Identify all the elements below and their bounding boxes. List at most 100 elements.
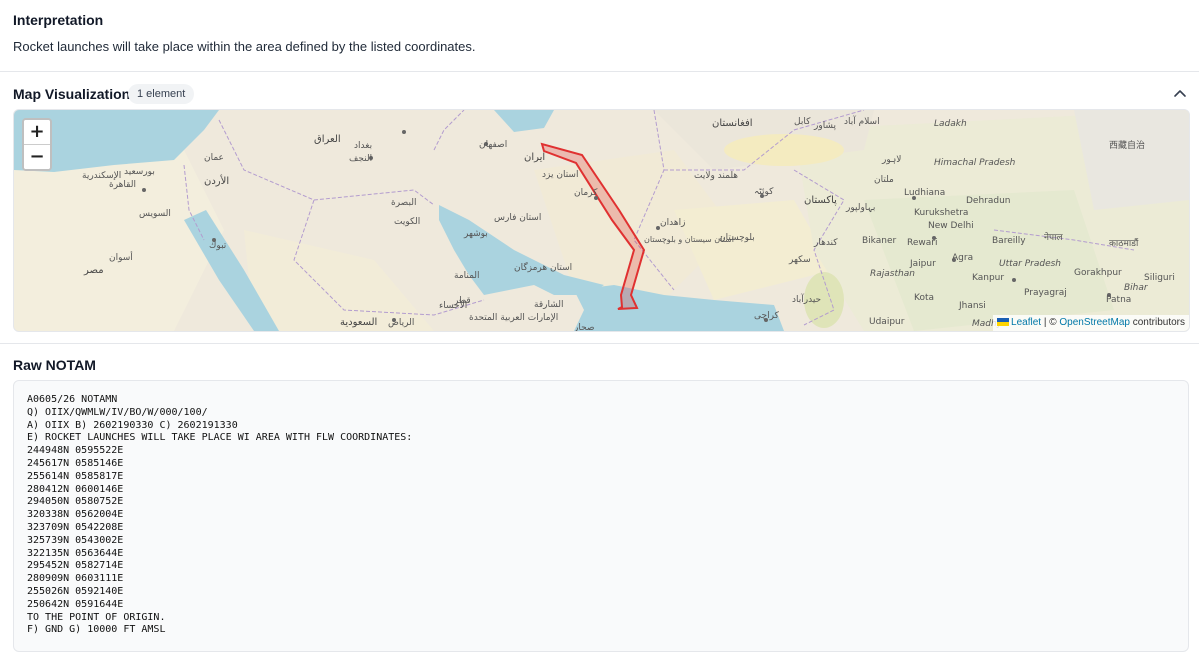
map-label-port-said: بورسعيد — [124, 167, 155, 177]
notam-line: 245617N 0585146E — [27, 457, 124, 469]
map-label-ludhiana: Ludhiana — [904, 188, 945, 198]
notam-line: Q) OIIX/QWMLW/IV/BO/W/000/100/ — [27, 406, 208, 418]
notam-line: 255614N 0585817E — [27, 470, 124, 482]
notam-line: 294050N 0580752E — [27, 496, 124, 508]
map-label-udaipur: Udaipur — [869, 317, 905, 327]
map-label-kathmandu: काठमाडौं — [1109, 237, 1139, 249]
map-label-ahsa: الأحساء — [439, 299, 467, 311]
map-label-bikaner: Bikaner — [862, 236, 896, 246]
map-label-kabul: کابل — [794, 117, 811, 127]
notam-line: A0605/26 NOTAMN — [27, 394, 118, 405]
notam-line: 250642N 0591644E — [27, 598, 124, 610]
map-label-basra: البصرة — [391, 198, 416, 208]
map-label-rajasthan: Rajasthan — [870, 269, 915, 279]
map-labels: ایران افغانستان پاکستان العراق الكويت ال… — [82, 115, 1175, 331]
map-label-pakistan: پاکستان — [804, 195, 837, 206]
map-label-ladakh: Ladakh — [934, 119, 967, 129]
notam-line: 244948N 0595522E — [27, 445, 124, 457]
map-label-fars: استان فارس — [494, 213, 541, 223]
notam-line: 325739N 0543002E — [27, 534, 124, 546]
map-label-tibet: 西藏自治 — [1109, 139, 1145, 151]
map-label-peshawar: پشاور — [813, 121, 836, 131]
map-label-prayagraj: Prayagraj — [1024, 288, 1067, 298]
interpretation-text: Rocket launches will take place within t… — [13, 39, 476, 54]
chevron-up-icon[interactable] — [1171, 85, 1189, 103]
leaflet-link[interactable]: Leaflet — [1011, 317, 1041, 328]
openstreetmap-link[interactable]: OpenStreetMap — [1059, 317, 1130, 328]
map-label-riyadh: الرياض — [388, 318, 414, 328]
raw-notam-text: A0605/26 NOTAMN Q) OIIX/QWMLW/IV/BO/W/00… — [14, 381, 1188, 637]
notam-line: 295452N 0582714E — [27, 560, 124, 572]
map-label-iran: ایران — [524, 152, 545, 163]
map-label-nepal: नेपाल — [1044, 231, 1063, 243]
map-label-kerman: كرمان — [574, 188, 598, 198]
map-label-kuwait: الكويت — [394, 217, 420, 227]
divider — [0, 343, 1199, 344]
notam-line: A) OIIX B) 2602190330 C) 2602191330 — [27, 419, 238, 431]
map-label-dehradun: Dehradun — [966, 196, 1011, 206]
map-label-bihar: Bihar — [1124, 283, 1149, 293]
map-label-agra: Agra — [952, 253, 973, 263]
map-label-zahedan: زاهدان — [660, 218, 685, 228]
map-label-hyderabad: حیدرآباد — [792, 293, 821, 305]
map-label-kota: Kota — [914, 293, 934, 303]
map-label-jaipur: Jaipur — [909, 259, 936, 269]
map-label-najaf: النجف — [349, 154, 372, 164]
map-label-cairo: القاهرة — [109, 180, 136, 190]
map-section-heading: Map Visualization — [13, 86, 131, 102]
zoom-in-button[interactable]: + — [24, 120, 50, 144]
map-label-hormozgan: استان هرمزگان — [514, 261, 572, 273]
notam-line: 322135N 0563644E — [27, 547, 124, 559]
attribution-suffix: contributors — [1129, 317, 1185, 328]
map-label-sohar: صحار — [573, 323, 595, 331]
map-label-kandahar: کندھار — [813, 238, 838, 248]
map-label-gorakhpur: Gorakhpur — [1074, 268, 1122, 278]
map-label-new-delhi: New Delhi — [928, 221, 974, 231]
zoom-out-button[interactable]: − — [24, 144, 50, 169]
notam-line: 320338N 0562004E — [27, 509, 124, 521]
map-label-islamabad: اسلام آباد — [844, 115, 880, 127]
map-label-sukkur: سکھر — [788, 255, 811, 265]
map-label-quetta: کوئٹہ — [754, 187, 774, 197]
map-label-afghanistan: افغانستان — [712, 118, 753, 129]
map-label-kanpur: Kanpur — [972, 273, 1004, 283]
map-label-iraq: العراق — [314, 134, 341, 145]
map-label-manama: المنامة — [454, 271, 480, 281]
map-label-suez: السويس — [139, 209, 171, 219]
notam-line: F) GND G) 10000 FT AMSL — [27, 624, 166, 636]
map-label-amman: عمان — [204, 153, 224, 163]
map-label-helmand: هلمند ولایت — [694, 171, 738, 181]
map-view[interactable]: ایران افغانستان پاکستان العراق الكويت ال… — [13, 109, 1190, 332]
map-label-bushehr: بوشهر — [463, 229, 488, 239]
map-label-yazd: استان یزد — [542, 170, 578, 180]
divider — [0, 71, 1199, 72]
map-label-uttar-pradesh: Uttar Pradesh — [999, 259, 1061, 269]
map-label-aswan: أسوان — [109, 251, 133, 263]
map-label-bahawalpur: بہاولپور — [845, 203, 875, 213]
map-label-lahore: لاہور — [881, 155, 901, 165]
map-label-uae: الإمارات العربية المتحدة — [469, 313, 558, 323]
map-label-egypt: مصر — [83, 265, 104, 276]
map-label-tabuk: تبوك — [209, 241, 227, 251]
notam-line: 280412N 0600146E — [27, 483, 124, 495]
map-label-himachal: Himachal Pradesh — [934, 158, 1016, 168]
map-label-baghdad: بغداد — [354, 141, 372, 151]
map-label-alexandria: الإسكندرية — [82, 171, 121, 181]
notam-line: 280909N 0603111E — [27, 573, 124, 585]
raw-notam-heading: Raw NOTAM — [13, 357, 96, 373]
map-label-rewari: Rewari — [907, 238, 937, 248]
raw-notam-box: A0605/26 NOTAMN Q) OIIX/QWMLW/IV/BO/W/00… — [13, 380, 1189, 652]
map-label-sharjah: الشارقة — [534, 300, 564, 310]
map-label-isfahan: اصفهان — [479, 140, 507, 150]
map-label-jordan: الأردن — [204, 174, 229, 187]
map-attribution: Leaflet | © OpenStreetMap contributors — [993, 315, 1189, 331]
map-label-multan: ملتان — [874, 175, 894, 185]
notam-line: TO THE POINT OF ORIGIN. — [27, 611, 166, 623]
ukraine-flag-icon — [997, 318, 1010, 326]
map-label-saudi: السعودية — [340, 317, 377, 328]
notam-line: E) ROCKET LAUNCHES WILL TAKE PLACE WI AR… — [27, 432, 413, 444]
map-label-patna: Patna — [1106, 295, 1131, 305]
zoom-control: + − — [22, 118, 52, 171]
notam-line: 323709N 0542208E — [27, 521, 124, 533]
map-label-karachi: کراچی — [754, 311, 780, 321]
